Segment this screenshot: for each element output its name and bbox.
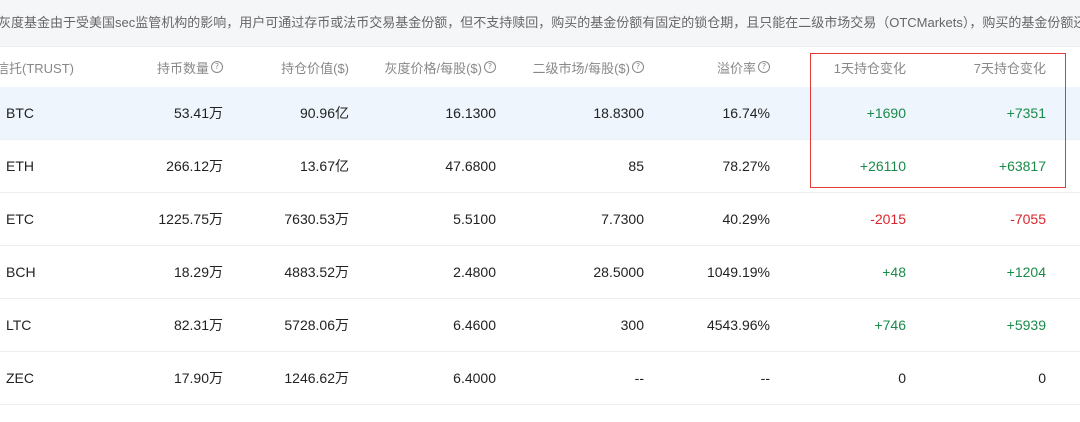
cell-grayscale-price: 2.4800 — [453, 264, 496, 280]
table-row[interactable]: ETC 1225.75万 7630.53万 5.5100 7.7300 40.29% -20… — [0, 193, 1080, 246]
cell-secondary-price: -- — [634, 370, 644, 386]
header-change-1d: 1天持仓变化 — [833, 60, 906, 76]
cell-secondary-price: 18.8300 — [593, 105, 644, 121]
cell-secondary-price: 7.7300 — [601, 211, 644, 227]
cell-change-7d: +5939 — [1006, 317, 1046, 333]
question-circle-icon[interactable]: ? — [758, 61, 770, 73]
cell-premium: 78.27% — [722, 158, 770, 174]
cell-grayscale-price: 5.5100 — [453, 211, 496, 227]
cell-value: 4883.52万 — [284, 264, 349, 280]
cell-trust: LTC — [6, 317, 32, 333]
cell-change-7d: 0 — [1038, 370, 1046, 386]
table-row[interactable]: BCH 18.29万 4883.52万 2.4800 28.5000 1049.19% +4… — [0, 246, 1080, 299]
table-row[interactable]: ETH 266.12万 13.67亿 47.6800 85 78.27% +26110 +63… — [0, 140, 1080, 193]
cell-change-1d: +1690 — [866, 105, 906, 121]
cell-grayscale-price: 16.1300 — [445, 105, 496, 121]
table-row[interactable]: LTC 82.31万 5728.06万 6.4600 300 4543.96% +746 +5… — [0, 299, 1080, 352]
question-circle-icon[interactable]: ? — [484, 61, 496, 73]
cell-change-1d: +48 — [882, 264, 906, 280]
cell-value: 1246.62万 — [284, 370, 349, 386]
cell-change-7d: +7351 — [1006, 105, 1046, 121]
trust-holdings-table: 信托(TRUST) 持币数量? 持仓价值($) 灰度价格/每股($)? 二级市场… — [0, 47, 1080, 405]
header-value: 持仓价值($) — [281, 60, 349, 76]
notice-text: 灰度基金由于受美国sec监管机构的影响，用户可通过存币或法币交易基金份额，但不支… — [0, 15, 1080, 30]
cell-premium: 40.29% — [722, 211, 770, 227]
cell-grayscale-price: 47.6800 — [445, 158, 496, 174]
cell-trust: ZEC — [6, 370, 34, 386]
header-trust: 信托(TRUST) — [0, 60, 74, 76]
cell-secondary-price: 300 — [620, 317, 644, 333]
cell-change-1d: -2015 — [870, 211, 906, 227]
header-change-7d: 7天持仓变化 — [973, 60, 1046, 76]
cell-holdings: 17.90万 — [173, 370, 223, 386]
table-body: BTC 53.41万 90.96亿 16.1300 18.8300 16.74% +1690… — [0, 87, 1080, 405]
cell-value: 13.67亿 — [299, 158, 349, 174]
grayscale-trust-page: 灰度基金由于受美国sec监管机构的影响，用户可通过存币或法币交易基金份额，但不支… — [0, 0, 1080, 422]
notice-banner: 灰度基金由于受美国sec监管机构的影响，用户可通过存币或法币交易基金份额，但不支… — [0, 0, 1080, 47]
question-circle-icon[interactable]: ? — [211, 61, 223, 73]
table-row[interactable]: ZEC 17.90万 1246.62万 6.4000 -- -- 0 0 — [0, 352, 1080, 405]
cell-grayscale-price: 6.4600 — [453, 317, 496, 333]
cell-holdings: 18.29万 — [173, 264, 223, 280]
table-header-row: 信托(TRUST) 持币数量? 持仓价值($) 灰度价格/每股($)? 二级市场… — [0, 47, 1080, 87]
cell-value: 5728.06万 — [284, 317, 349, 333]
cell-change-1d: +746 — [874, 317, 906, 333]
cell-value: 7630.53万 — [284, 211, 349, 227]
cell-trust: ETH — [6, 158, 34, 174]
cell-grayscale-price: 6.4000 — [453, 370, 496, 386]
cell-change-7d: -7055 — [1010, 211, 1046, 227]
cell-secondary-price: 28.5000 — [593, 264, 644, 280]
header-secondary-price[interactable]: 二级市场/每股($)? — [532, 47, 644, 87]
cell-change-7d: +1204 — [1006, 264, 1046, 280]
table-row[interactable]: BTC 53.41万 90.96亿 16.1300 18.8300 16.74% +1690… — [0, 87, 1080, 140]
cell-premium: -- — [760, 370, 770, 386]
cell-trust: BCH — [6, 264, 36, 280]
cell-change-1d: 0 — [898, 370, 906, 386]
cell-premium: 16.74% — [722, 105, 770, 121]
cell-value: 90.96亿 — [299, 105, 349, 121]
header-holdings[interactable]: 持币数量? — [157, 47, 223, 87]
header-premium[interactable]: 溢价率? — [717, 47, 770, 87]
cell-premium: 4543.96% — [706, 317, 770, 333]
cell-change-7d: +63817 — [998, 158, 1046, 174]
cell-secondary-price: 85 — [628, 158, 644, 174]
question-circle-icon[interactable]: ? — [632, 61, 644, 73]
cell-change-1d: +26110 — [859, 158, 906, 174]
cell-holdings: 1225.75万 — [158, 211, 223, 227]
cell-trust: BTC — [6, 105, 34, 121]
header-grayscale-price[interactable]: 灰度价格/每股($)? — [384, 47, 496, 87]
cell-holdings: 82.31万 — [173, 317, 223, 333]
cell-holdings: 53.41万 — [173, 105, 223, 121]
cell-trust: ETC — [6, 211, 34, 227]
cell-holdings: 266.12万 — [166, 158, 223, 174]
cell-premium: 1049.19% — [706, 264, 770, 280]
